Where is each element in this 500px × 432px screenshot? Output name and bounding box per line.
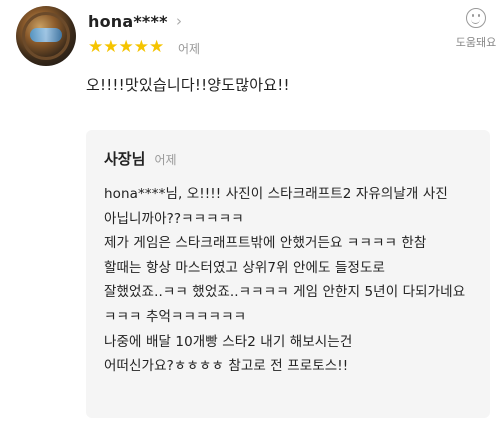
rating-stars: ★★★★★ <box>88 37 165 57</box>
owner-reply: 사장님 어제 hona****님, 오!!!! 사진이 스타크래프트2 자유의날… <box>86 130 490 418</box>
reply-line: ㅋㅋㅋ 추억ㅋㅋㅋㅋㅋㅋ <box>104 308 247 325</box>
reply-date: 어제 <box>154 153 177 167</box>
reply-author: 사장님 <box>104 150 146 168</box>
avatar-visor <box>30 28 62 42</box>
reply-header: 사장님 어제 <box>104 148 177 169</box>
reviewer-username[interactable]: hona**** <box>88 12 168 31</box>
star-icon: ★ <box>149 37 165 57</box>
star-icon: ★ <box>88 37 104 57</box>
reply-line: 아닙니까아??ㅋㅋㅋㅋㅋ <box>104 210 244 227</box>
reply-line: 할때는 항상 마스터였고 상위7위 안에도 들정도로 <box>104 259 386 276</box>
avatar[interactable] <box>16 6 76 66</box>
helpful-button[interactable]: 도움돼요 <box>455 8 497 50</box>
smiley-icon <box>466 8 486 28</box>
reply-line: 어떠신가요?ㅎㅎㅎㅎ 참고로 전 프로토스!! <box>104 358 349 375</box>
star-icon: ★ <box>133 37 149 57</box>
reply-line: 잘했었죠..ㅋㅋ 했었죠..ㅋㅋㅋㅋ 게임 안한지 5년이 다되가네요 <box>104 284 466 301</box>
reply-line: 나중에 배달 10개빵 스타2 내기 해보시는건 <box>104 333 353 350</box>
star-icon: ★ <box>103 37 119 57</box>
review-text: 오!!!!맛있습니다!!양도많아요!! <box>86 76 290 94</box>
helpful-label: 도움돼요 <box>455 36 497 49</box>
reply-line: 제가 게임은 스타크래프트밖에 안했거든요 ㅋㅋㅋㅋ 한참 <box>104 235 427 252</box>
reply-line: hona****님, 오!!!! 사진이 스타크래프트2 자유의날개 사진 <box>104 186 448 202</box>
review-date: 어제 <box>178 42 201 56</box>
reply-body: hona****님, 오!!!! 사진이 스타크래프트2 자유의날개 사진 아닙… <box>104 182 484 379</box>
star-icon: ★ <box>118 37 134 57</box>
chevron-right-icon[interactable]: › <box>176 12 182 30</box>
